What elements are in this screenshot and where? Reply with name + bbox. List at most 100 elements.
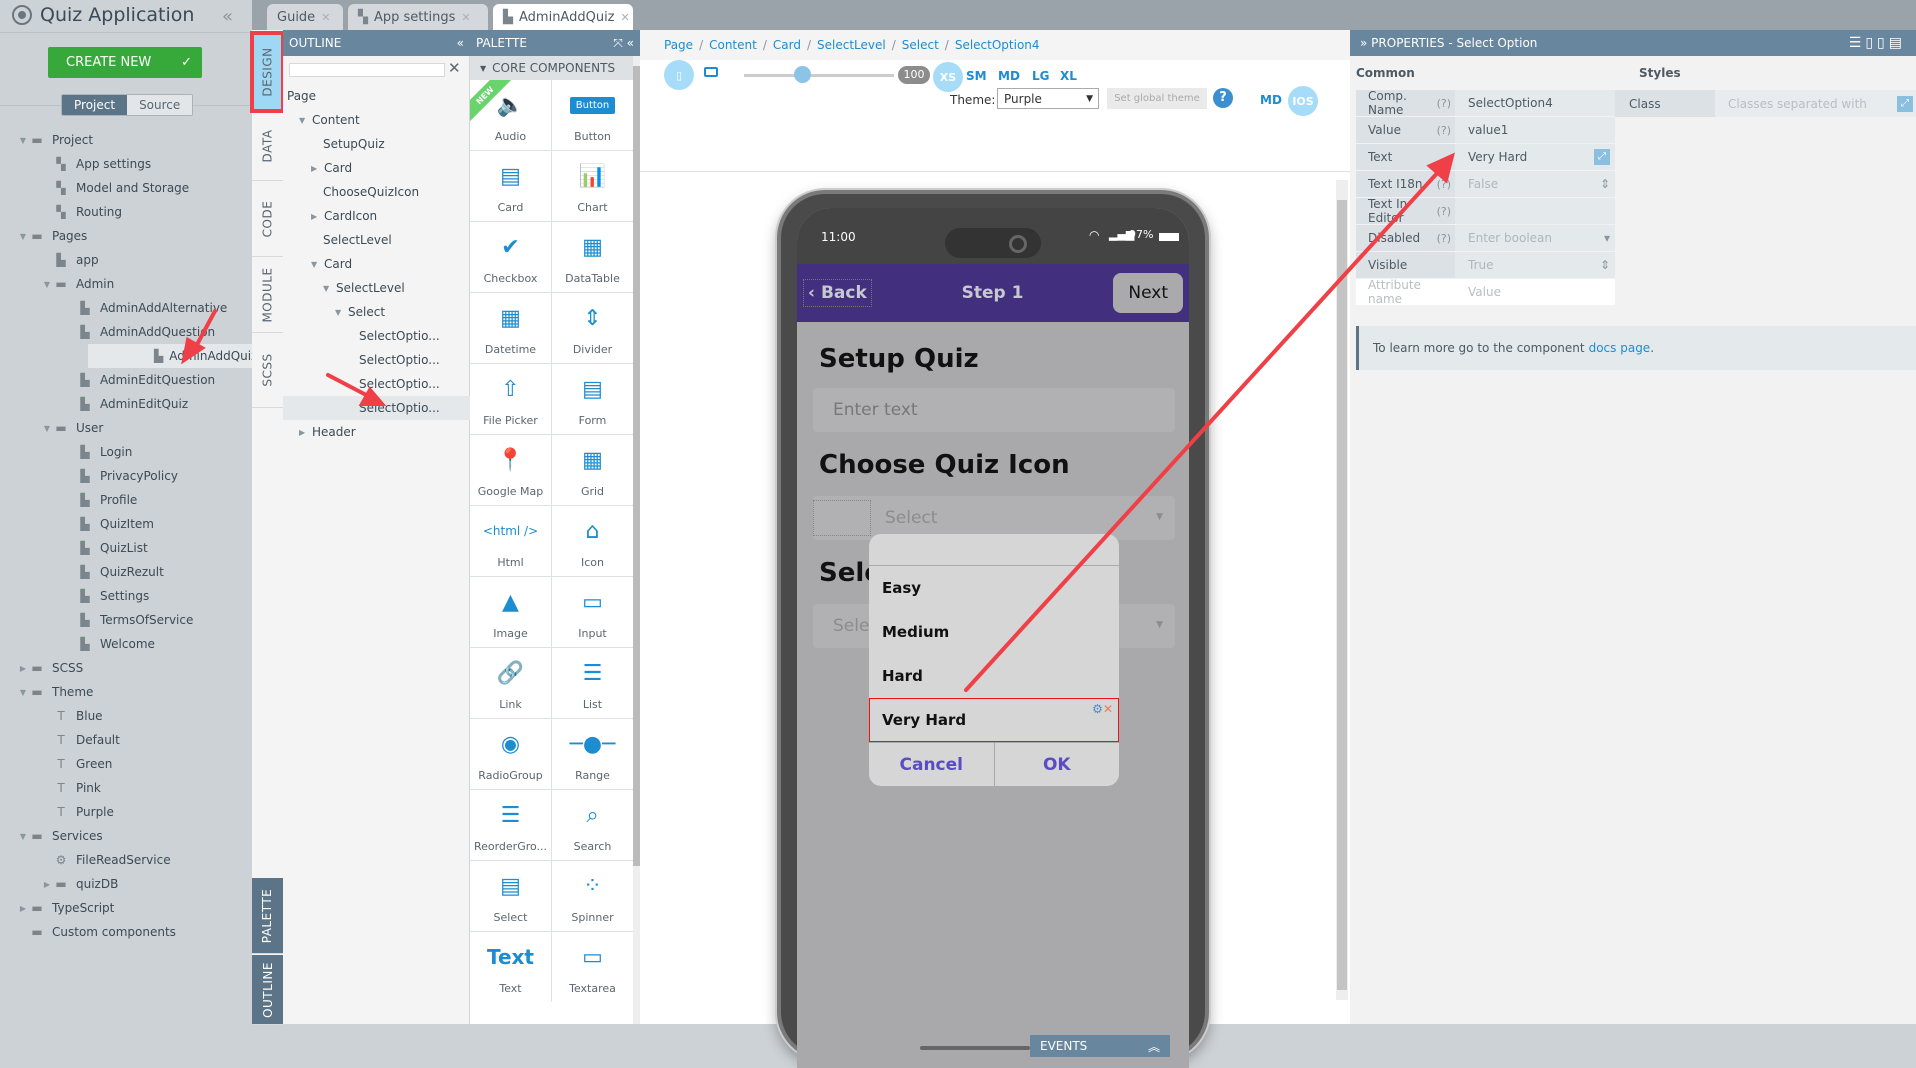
set-global-theme-button[interactable]: Set global theme	[1107, 88, 1207, 109]
breadcrumb-item[interactable]: Content	[709, 38, 757, 52]
project-toggle-button[interactable]: Project	[62, 95, 128, 115]
stepper-icon[interactable]: ⇕	[1600, 177, 1610, 191]
tab-design[interactable]: DESIGN	[250, 31, 285, 113]
help-icon[interactable]: ?	[1213, 88, 1233, 108]
tree-item[interactable]: ▙ AdminAddAlternative	[0, 296, 252, 320]
class-input[interactable]: Classes separated with ⤢	[1715, 90, 1916, 117]
property-value-input[interactable]: value1	[1455, 117, 1615, 143]
tree-item[interactable]: ▙ QuizList	[0, 536, 252, 560]
tree-item[interactable]: ▼ ▬ Project	[0, 128, 252, 152]
zoom-slider-track[interactable]	[744, 74, 894, 77]
create-new-button[interactable]: CREATE NEW ✓	[48, 47, 202, 78]
palette-item-input[interactable]: ▭ Input	[552, 577, 633, 647]
caret-down-icon[interactable]: ▼	[18, 832, 28, 841]
caret-right-icon[interactable]: ▶	[311, 164, 321, 173]
dialog-option[interactable]: Easy	[869, 566, 1119, 610]
tree-item[interactable]: ▶ ▬ TypeScript	[0, 896, 252, 920]
palette-item-spinner[interactable]: ⁘ Spinner	[552, 861, 633, 931]
source-toggle-button[interactable]: Source	[127, 95, 193, 115]
palette-item-radiogroup[interactable]: ◉ RadioGroup	[470, 719, 551, 789]
property-value-input[interactable]	[1455, 198, 1615, 224]
zoom-slider-handle[interactable]	[794, 66, 811, 83]
outline-item[interactable]: ▶ Card	[283, 156, 470, 180]
tree-item[interactable]: T Purple	[0, 800, 252, 824]
caret-right-icon[interactable]: ▶	[18, 664, 28, 673]
dialog-option[interactable]: Hard	[869, 654, 1119, 698]
tree-item[interactable]: ⚙ FileReadService	[0, 848, 252, 872]
tree-item[interactable]: ▙ QuizRezult	[0, 560, 252, 584]
tab-palette[interactable]: PALETTE	[252, 878, 283, 954]
breadcrumb-item[interactable]: Card	[773, 38, 801, 52]
breakpoint-md[interactable]: MD	[998, 69, 1020, 83]
layout-columns-icon[interactable]: ▯▯	[1865, 35, 1888, 51]
outline-item[interactable]: ▶ Header	[283, 420, 470, 444]
help-icon[interactable]: (?)	[1437, 97, 1451, 110]
breadcrumb-item[interactable]: SelectOption4	[955, 38, 1040, 52]
help-icon[interactable]: (?)	[1437, 205, 1451, 218]
breadcrumb-item[interactable]: SelectLevel	[817, 38, 886, 52]
caret-right-icon[interactable]: ▶	[299, 428, 309, 437]
gear-icon[interactable]: ⚙	[1092, 702, 1103, 716]
layout-rows-icon[interactable]: ☰	[1849, 35, 1866, 51]
property-value-input[interactable]: True ⇕	[1455, 252, 1615, 278]
tab-code[interactable]: CODE	[252, 181, 283, 257]
palette-item-select[interactable]: ▤ Select	[470, 861, 551, 931]
caret-right-icon[interactable]: ▶	[42, 880, 52, 889]
palette-item-image[interactable]: ▲ Image	[470, 577, 551, 647]
property-value-input[interactable]: SelectOption4	[1455, 90, 1615, 116]
tree-item[interactable]: ▙ TermsOfService	[0, 608, 252, 632]
caret-down-icon[interactable]: ▾	[1604, 231, 1610, 245]
palette-item-datatable[interactable]: ▦ DataTable	[552, 222, 633, 292]
events-panel-toggle[interactable]: EVENTS ︽	[1030, 1035, 1170, 1057]
palette-item-datetime[interactable]: ▦ Datetime	[470, 293, 551, 363]
close-icon[interactable]: ✕	[621, 11, 630, 24]
palette-item-form[interactable]: ▤ Form	[552, 364, 633, 434]
close-icon[interactable]: ✕	[1103, 702, 1113, 716]
tab-guide[interactable]: Guide ✕	[267, 4, 343, 30]
outline-item[interactable]: SelectOptio...	[283, 348, 470, 372]
breakpoint-sm[interactable]: SM	[966, 69, 987, 83]
fullscreen-icon[interactable]: ⤧	[613, 36, 623, 50]
outline-item[interactable]: Page	[283, 84, 470, 108]
property-value-input[interactable]: Enter boolean ▾	[1455, 225, 1615, 251]
tab-outline[interactable]: OUTLINE	[252, 955, 283, 1025]
tree-item[interactable]: ▙ PrivacyPolicy	[0, 464, 252, 488]
palette-item-grid[interactable]: ▦ Grid	[552, 435, 633, 505]
outline-item[interactable]: SelectOptio...	[283, 372, 470, 396]
platform-ios[interactable]: IOS	[1288, 86, 1318, 116]
tree-item[interactable]: ▼ ▬ Pages	[0, 224, 252, 248]
tree-item[interactable]: ▙ AdminEditQuiz	[0, 392, 252, 416]
outline-item[interactable]: SetupQuiz	[283, 132, 470, 156]
caret-down-icon[interactable]: ▼	[299, 116, 309, 125]
property-value-input[interactable]: Very Hard ⤢	[1455, 144, 1615, 170]
palette-item-text[interactable]: Text Text	[470, 932, 551, 1002]
tree-item[interactable]: ▙ app	[0, 248, 252, 272]
tree-item[interactable]: ▙ AdminEditQuestion	[0, 368, 252, 392]
docs-page-link[interactable]: docs page	[1589, 341, 1651, 355]
breadcrumb-item[interactable]: Page	[664, 38, 693, 52]
outline-item[interactable]: SelectOptio...	[283, 324, 470, 348]
palette-item-audio[interactable]: 🔈 Audio NEW	[470, 80, 551, 150]
canvas-scrollbar[interactable]	[1336, 180, 1348, 1000]
stepper-icon[interactable]: ⇕	[1600, 258, 1610, 272]
help-icon[interactable]: (?)	[1437, 178, 1451, 191]
caret-down-icon[interactable]: ▼	[323, 284, 333, 293]
close-icon[interactable]: ✕	[321, 11, 330, 24]
caret-down-icon[interactable]: ▼	[42, 424, 52, 433]
platform-md[interactable]: MD	[1260, 93, 1282, 107]
clear-icon[interactable]: ✕	[448, 59, 461, 77]
chevron-down-icon[interactable]: ✓	[181, 55, 192, 70]
phone-view-icon[interactable]: ▯	[664, 60, 694, 90]
breakpoint-xs[interactable]: XS	[933, 62, 963, 92]
outline-search-input[interactable]	[289, 63, 445, 77]
tree-item[interactable]: ▙ Profile	[0, 488, 252, 512]
palette-item-textarea[interactable]: ▭ Textarea	[552, 932, 633, 1002]
outline-item[interactable]: ▼ Card	[283, 252, 470, 276]
attribute-value-input[interactable]: Value	[1455, 279, 1615, 305]
palette-item-button[interactable]: Button Button	[552, 80, 633, 150]
core-components-header[interactable]: ▼ CORE COMPONENTS	[470, 56, 633, 80]
tree-item[interactable]: ▙ AdminAddQuiz	[88, 344, 257, 368]
tree-item[interactable]: ▼ ▬ Theme	[0, 680, 252, 704]
palette-item-search[interactable]: ⌕ Search	[552, 790, 633, 860]
help-icon[interactable]: (?)	[1437, 232, 1451, 245]
